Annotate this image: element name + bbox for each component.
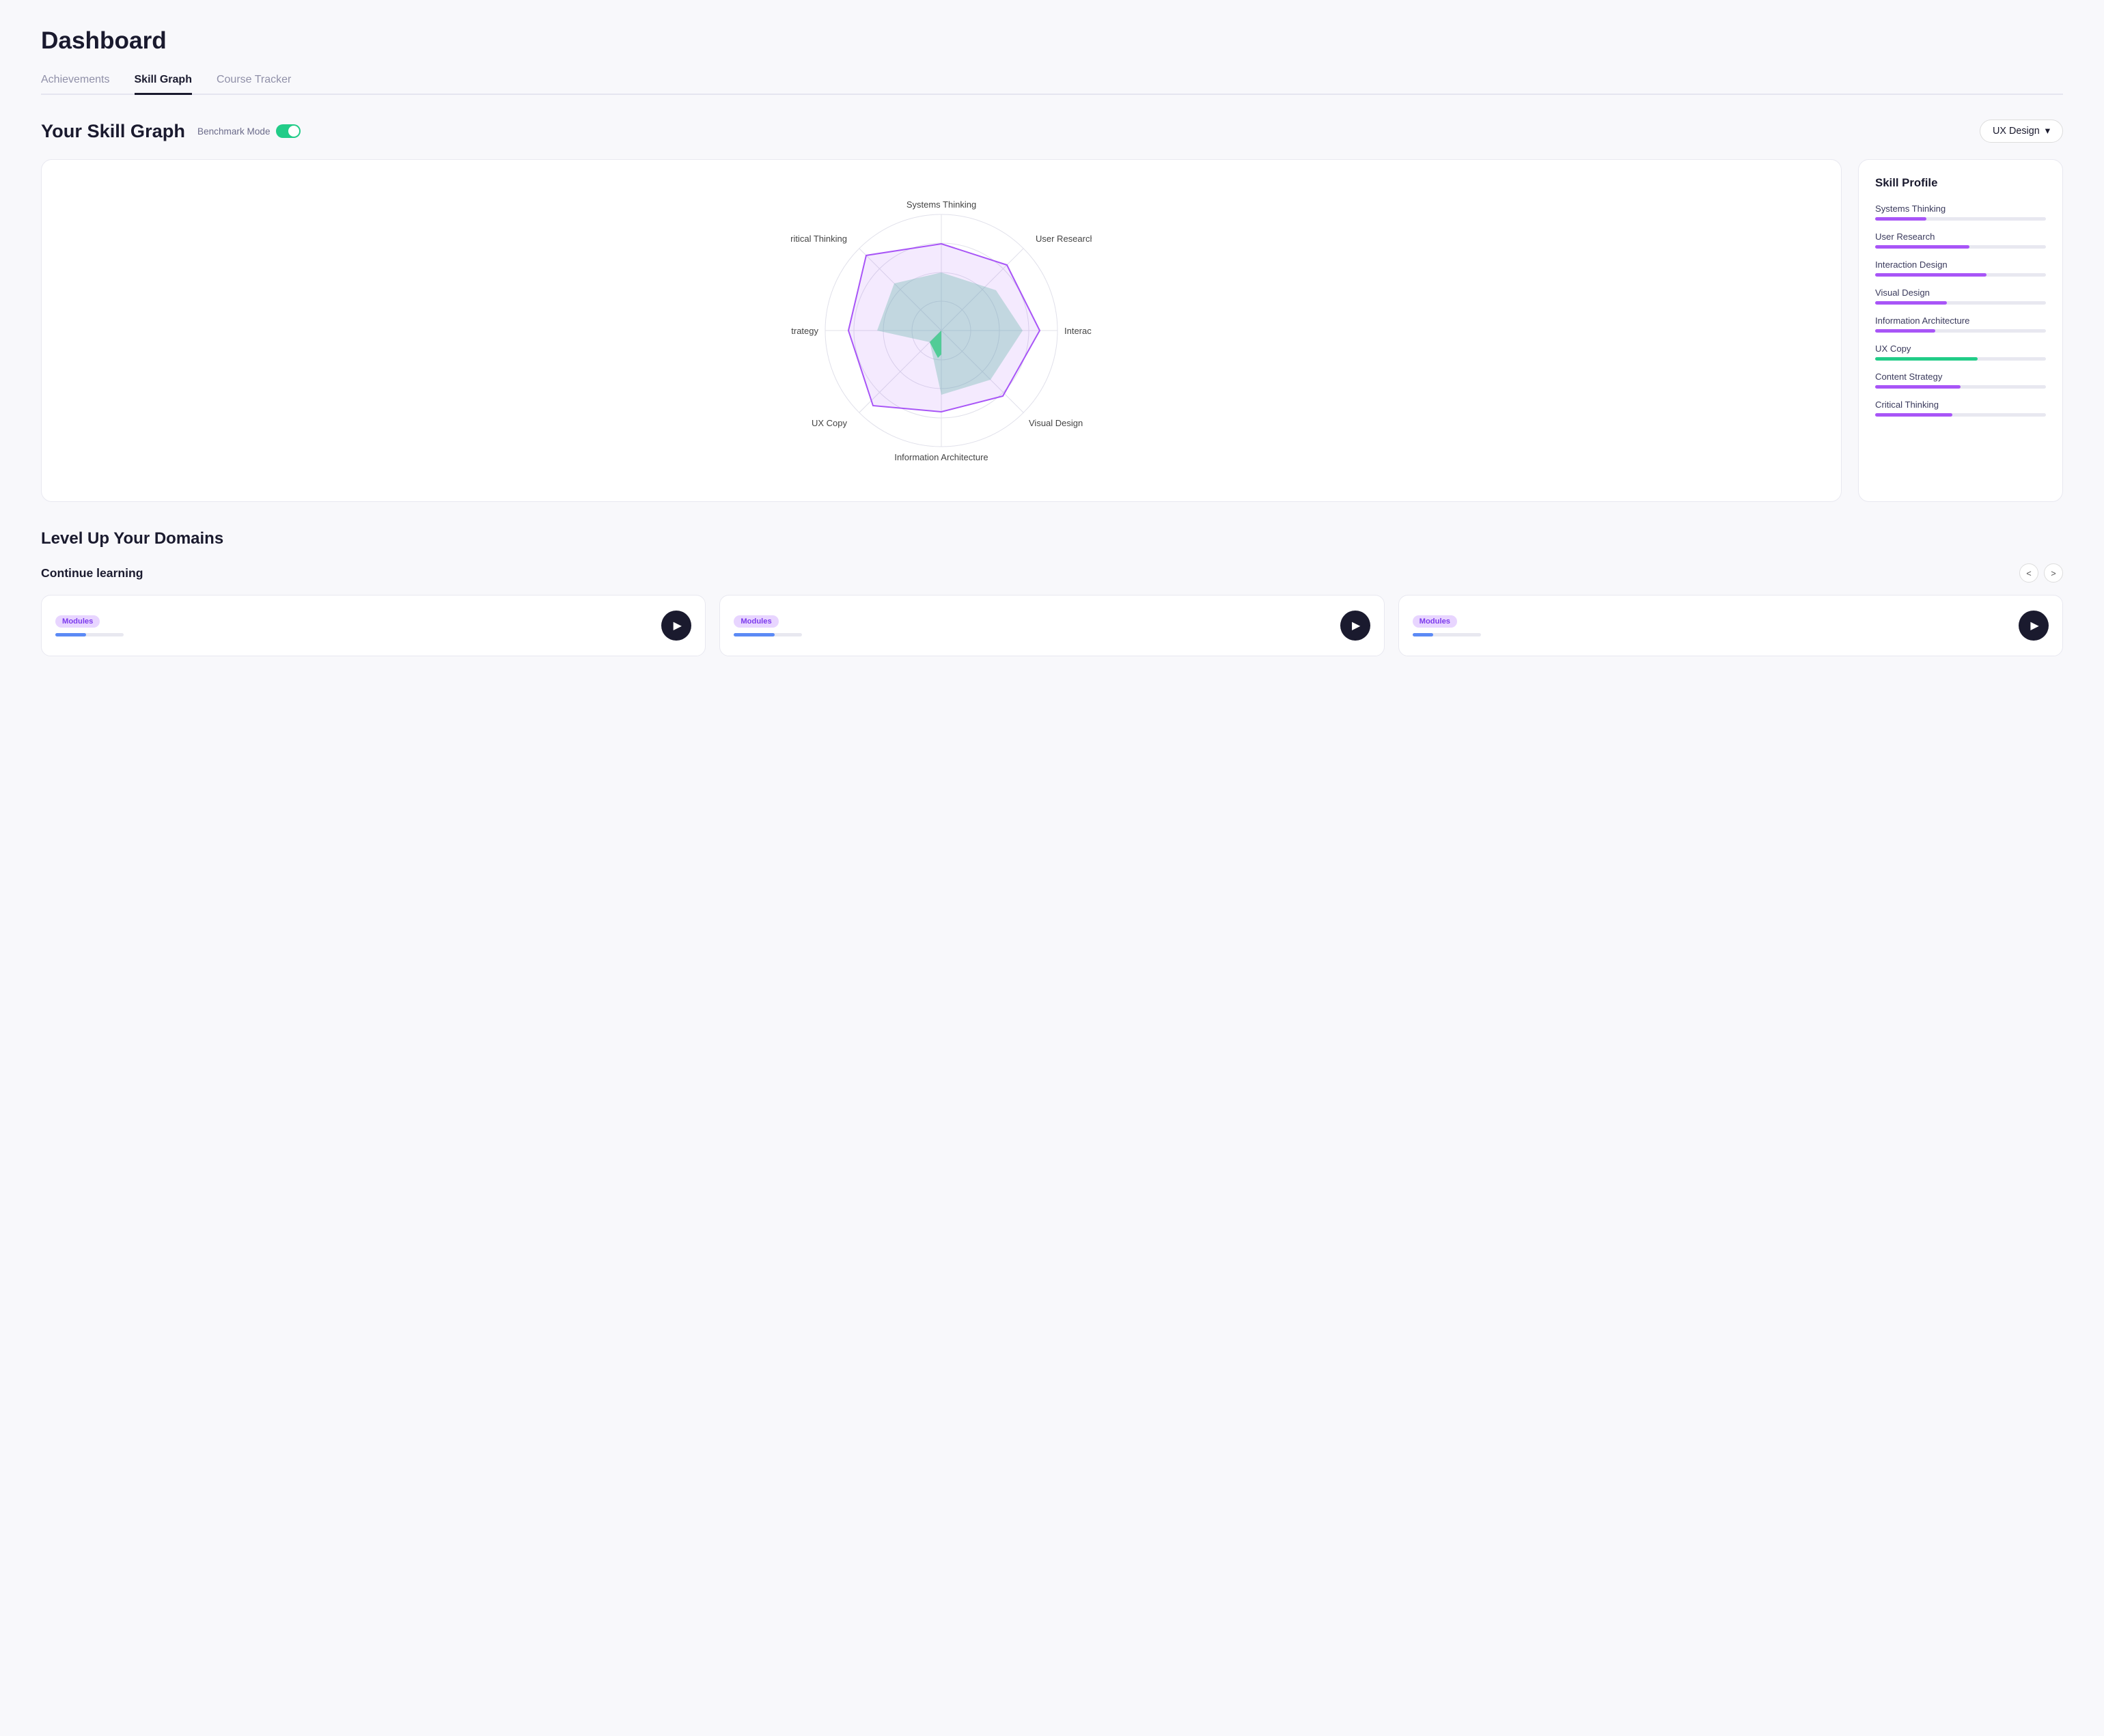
skill-name: UX Copy bbox=[1875, 344, 2046, 354]
skill-profile-card: Skill Profile Systems Thinking User Resea… bbox=[1858, 159, 2063, 502]
skill-bar-bg bbox=[1875, 301, 2046, 305]
progress-fill-1 bbox=[55, 633, 86, 636]
skill-name: Content Strategy bbox=[1875, 372, 2046, 382]
skill-bar-fill bbox=[1875, 385, 1961, 389]
label-ux-copy: UX Copy bbox=[812, 418, 848, 428]
tab-achievements[interactable]: Achievements bbox=[41, 74, 110, 95]
play-button-3[interactable]: ▶ bbox=[2019, 611, 2049, 641]
skill-row: UX Copy bbox=[1875, 344, 2046, 361]
card-left-1: Modules bbox=[55, 615, 124, 636]
play-button-2[interactable]: ▶ bbox=[1340, 611, 1370, 641]
skill-name: Systems Thinking bbox=[1875, 204, 2046, 214]
skill-bar-fill bbox=[1875, 273, 1987, 277]
label-critical-thinking: Critical Thinking bbox=[791, 234, 847, 244]
domain-dropdown[interactable]: UX Design ▾ bbox=[1980, 120, 2063, 143]
skill-graph-header-left: Your Skill Graph Benchmark Mode bbox=[41, 120, 301, 142]
dropdown-label: UX Design bbox=[1993, 126, 2040, 137]
skill-bar-fill bbox=[1875, 357, 1978, 361]
skill-row: Content Strategy bbox=[1875, 372, 2046, 389]
play-button-1[interactable]: ▶ bbox=[661, 611, 691, 641]
card-left-2: Modules bbox=[734, 615, 802, 636]
skill-bar-fill bbox=[1875, 217, 1926, 221]
label-content-strategy: Content Strategy bbox=[791, 326, 818, 336]
tab-course-tracker[interactable]: Course Tracker bbox=[217, 74, 291, 95]
continue-title: Continue learning bbox=[41, 566, 143, 580]
radar-svg: Systems Thinking User Research Interacti… bbox=[791, 180, 1092, 481]
main-grid: Systems Thinking User Research Interacti… bbox=[41, 159, 2063, 502]
play-icon-1: ▶ bbox=[674, 619, 682, 632]
course-card-1: Modules ▶ bbox=[41, 595, 706, 656]
skills-list: Systems Thinking User Research Interaction… bbox=[1875, 204, 2046, 417]
tab-skill-graph[interactable]: Skill Graph bbox=[135, 74, 192, 95]
benchmark-toggle-container: Benchmark Mode bbox=[197, 124, 301, 138]
benchmark-toggle[interactable] bbox=[276, 124, 301, 138]
skill-bar-fill bbox=[1875, 245, 1969, 249]
skill-name: Interaction Design bbox=[1875, 260, 2046, 270]
skill-row: Interaction Design bbox=[1875, 260, 2046, 277]
label-systems-thinking: Systems Thinking bbox=[906, 199, 976, 210]
progress-bar-2 bbox=[734, 633, 802, 636]
nav-arrows: < > bbox=[2019, 563, 2063, 583]
course-card-2: Modules ▶ bbox=[719, 595, 1384, 656]
level-up-title: Level Up Your Domains bbox=[41, 529, 2063, 548]
skill-bar-bg bbox=[1875, 385, 2046, 389]
skill-name: Information Architecture bbox=[1875, 316, 2046, 326]
radar-chart-card: Systems Thinking User Research Interacti… bbox=[41, 159, 1842, 502]
skill-row: Visual Design bbox=[1875, 288, 2046, 305]
skill-bar-bg bbox=[1875, 273, 2046, 277]
progress-fill-3 bbox=[1413, 633, 1433, 636]
skill-row: Critical Thinking bbox=[1875, 400, 2046, 417]
prev-arrow[interactable]: < bbox=[2019, 563, 2038, 583]
skill-bar-fill bbox=[1875, 301, 1947, 305]
play-icon-2: ▶ bbox=[1352, 619, 1360, 632]
continue-header: Continue learning < > bbox=[41, 563, 2063, 583]
label-user-research: User Research bbox=[1036, 234, 1092, 244]
benchmark-label: Benchmark Mode bbox=[197, 126, 271, 137]
modules-badge-1: Modules bbox=[55, 615, 100, 628]
page-title: Dashboard bbox=[41, 27, 2063, 55]
skill-row: Systems Thinking bbox=[1875, 204, 2046, 221]
card-left-3: Modules bbox=[1413, 615, 1481, 636]
skill-row: User Research bbox=[1875, 232, 2046, 249]
label-info-arch: Information Architecture bbox=[894, 452, 988, 462]
progress-bar-3 bbox=[1413, 633, 1481, 636]
chevron-down-icon: ▾ bbox=[2045, 126, 2050, 137]
skill-bar-bg bbox=[1875, 413, 2046, 417]
skill-name: User Research bbox=[1875, 232, 2046, 242]
modules-badge-3: Modules bbox=[1413, 615, 1457, 628]
skill-bar-bg bbox=[1875, 357, 2046, 361]
level-up-section: Level Up Your Domains Continue learning … bbox=[41, 529, 2063, 656]
course-card-3: Modules ▶ bbox=[1398, 595, 2063, 656]
progress-bar-1 bbox=[55, 633, 124, 636]
skill-row: Information Architecture bbox=[1875, 316, 2046, 333]
tab-bar: Achievements Skill Graph Course Tracker bbox=[41, 74, 2063, 95]
modules-badge-2: Modules bbox=[734, 615, 778, 628]
play-icon-3: ▶ bbox=[2030, 619, 2038, 632]
skill-bar-fill bbox=[1875, 329, 1935, 333]
progress-fill-2 bbox=[734, 633, 775, 636]
radar-chart: Systems Thinking User Research Interacti… bbox=[791, 180, 1092, 481]
skill-name: Critical Thinking bbox=[1875, 400, 2046, 410]
skill-profile-title: Skill Profile bbox=[1875, 176, 2046, 190]
course-cards-row: Modules ▶ Modules ▶ Modules bbox=[41, 595, 2063, 656]
skill-bar-bg bbox=[1875, 245, 2046, 249]
skill-bar-bg bbox=[1875, 329, 2046, 333]
skill-graph-title: Your Skill Graph bbox=[41, 120, 185, 142]
label-interaction-design: Interaction Design bbox=[1064, 326, 1092, 336]
skill-bar-fill bbox=[1875, 413, 1952, 417]
skill-name: Visual Design bbox=[1875, 288, 2046, 298]
label-visual-design: Visual Design bbox=[1029, 418, 1083, 428]
skill-graph-header: Your Skill Graph Benchmark Mode UX Desig… bbox=[41, 120, 2063, 143]
skill-bar-bg bbox=[1875, 217, 2046, 221]
next-arrow[interactable]: > bbox=[2044, 563, 2063, 583]
